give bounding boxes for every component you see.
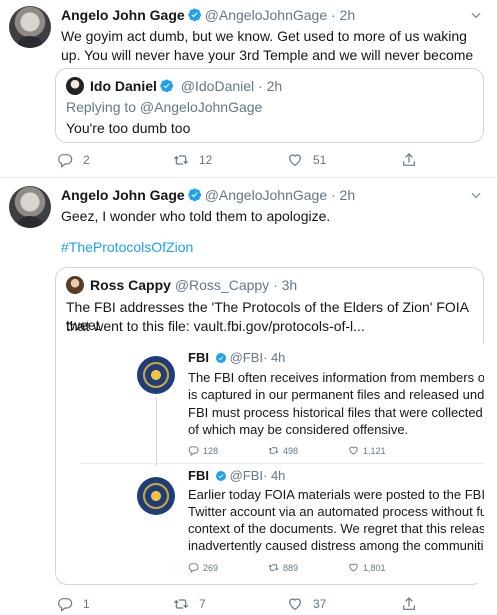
avatar (66, 77, 84, 95)
tweet-1[interactable]: Angelo John Gage @AngeloJohnGage · 2h We … (0, 0, 497, 177)
timestamp[interactable]: · 2h (331, 187, 355, 203)
share-button[interactable] (401, 152, 427, 168)
display-name: Ido Daniel (90, 78, 157, 94)
tweet-header: Angelo John Gage @AngeloJohnGage · 2h (61, 187, 355, 205)
like-count: 37 (313, 597, 327, 611)
user-handle: @FBI (229, 468, 263, 483)
tweet-header: Angelo John Gage @AngeloJohnGage · 2h (61, 7, 355, 25)
like-button[interactable]: 51 (287, 152, 326, 168)
retweet-icon (173, 599, 189, 609)
embedded-text-line: context of the documents. We regret that… (188, 521, 484, 536)
like-count: 51 (313, 153, 327, 167)
timestamp: · 4h (263, 468, 286, 483)
avatar (66, 276, 84, 294)
heart-icon (289, 598, 301, 611)
quote-header: Ross Cappy @Ross_Cappy · 3h (66, 276, 297, 294)
tweet-actions: 2 12 51 (55, 152, 435, 170)
embedded-divider (80, 463, 484, 464)
display-name: FBI (188, 468, 209, 483)
retweet-count: 12 (199, 153, 213, 167)
reply-count: 2 (83, 153, 90, 167)
quote-text-line: that went to this file: vault.fbi.gov/pr… (66, 318, 365, 334)
retweet-icon (173, 155, 189, 165)
retweet-count: 7 (199, 597, 206, 611)
like-count: 1,801 (348, 562, 386, 573)
replying-to: Replying to @AngeloJohnGage (66, 99, 263, 115)
timestamp: · 2h (258, 78, 283, 94)
reply-icon (58, 154, 73, 168)
heart-icon (349, 563, 358, 572)
quote-header: Ido Daniel @IdoDaniel · 2h (66, 77, 282, 96)
share-icon (403, 597, 415, 610)
display-name[interactable]: Angelo John Gage (61, 187, 185, 203)
reply-button[interactable]: 1 (57, 596, 90, 612)
timestamp[interactable]: · 2h (331, 7, 355, 23)
heart-icon (289, 154, 301, 167)
retweet-button[interactable]: 12 (173, 152, 212, 168)
fbi-seal-avatar (137, 356, 175, 394)
embedded-header: FBI @FBI· 4h (188, 350, 285, 367)
user-handle: @FBI (229, 350, 263, 365)
embedded-actions: 269 889 1,801 (188, 562, 484, 574)
avatar[interactable] (9, 6, 51, 48)
user-handle: @Ross_Cappy (174, 277, 270, 293)
reply-icon (188, 446, 199, 456)
retweet-icon (268, 564, 279, 571)
heart-icon (349, 446, 358, 455)
timestamp: · 3h (273, 277, 298, 293)
embedded-fbi-tweet: FBI @FBI· 4h Earlier today FOIA material… (80, 465, 484, 583)
embedded-text-line: inadvertently caused distress among the … (188, 538, 484, 553)
embedded-fbi-tweet: FBI @FBI· 4h The FBI often receives info… (80, 343, 484, 461)
reply-count: 269 (188, 562, 218, 573)
retweet-button[interactable]: 7 (173, 596, 206, 612)
retweet-count: 498 (268, 445, 298, 456)
verified-badge-icon (187, 187, 202, 205)
avatar[interactable] (9, 186, 51, 228)
embedded-text-line: of which may be considered offensive. (188, 422, 409, 437)
thread-line (156, 398, 157, 466)
verified-badge-icon (159, 78, 174, 96)
tweet-actions: 1 7 37 (55, 596, 435, 614)
reply-icon (58, 598, 73, 612)
like-count: 1,121 (348, 445, 386, 456)
reply-icon (188, 563, 199, 573)
reply-button[interactable]: 2 (57, 152, 90, 168)
embedded-screenshot-image[interactable]: FBI @FBI· 4h The FBI often receives info… (80, 343, 484, 583)
embedded-text-line: is captured in our permanent files and r… (188, 387, 484, 402)
reply-count: 128 (188, 445, 218, 456)
share-icon (403, 153, 415, 166)
embedded-actions: 128 498 1,121 (188, 445, 484, 457)
user-handle: @IdoDaniel (180, 78, 255, 94)
hashtag-link[interactable]: #TheProtocolsOfZion (61, 238, 193, 257)
embedded-text-line: The FBI often receives information from … (188, 370, 484, 385)
embedded-text-line: Twitter account via an automated process… (188, 504, 484, 519)
verified-badge-icon (215, 470, 227, 485)
display-name[interactable]: Angelo John Gage (61, 7, 185, 23)
retweet-icon (268, 447, 279, 454)
embedded-header: FBI @FBI· 4h (188, 468, 285, 485)
quoted-tweet[interactable]: Ido Daniel @IdoDaniel · 2h Replying to @… (55, 68, 484, 143)
chevron-down-icon[interactable] (469, 8, 483, 22)
reply-count: 1 (83, 597, 90, 611)
chevron-down-icon[interactable] (469, 188, 483, 202)
user-handle[interactable]: @AngeloJohnGage (205, 7, 327, 23)
share-button[interactable] (401, 596, 427, 612)
retweet-count: 889 (268, 562, 298, 573)
tweet-2[interactable]: Angelo John Gage @AngeloJohnGage · 2h Gee… (0, 178, 497, 615)
quote-text: You're too dumb too (66, 120, 191, 136)
display-name: FBI (188, 350, 209, 365)
tweet-text: Geez, I wonder who told them to apologiz… (61, 208, 331, 224)
timestamp: · 4h (263, 350, 286, 365)
verified-badge-icon (215, 352, 227, 367)
fbi-seal-avatar (137, 477, 175, 515)
embedded-text-line: FBI must process historical files that w… (188, 405, 484, 420)
like-button[interactable]: 37 (287, 596, 326, 612)
display-name: Ross Cappy (90, 277, 171, 293)
embedded-text-line: Earlier today FOIA materials were posted… (188, 487, 484, 502)
user-handle[interactable]: @AngeloJohnGage (205, 187, 327, 203)
verified-badge-icon (187, 7, 202, 25)
